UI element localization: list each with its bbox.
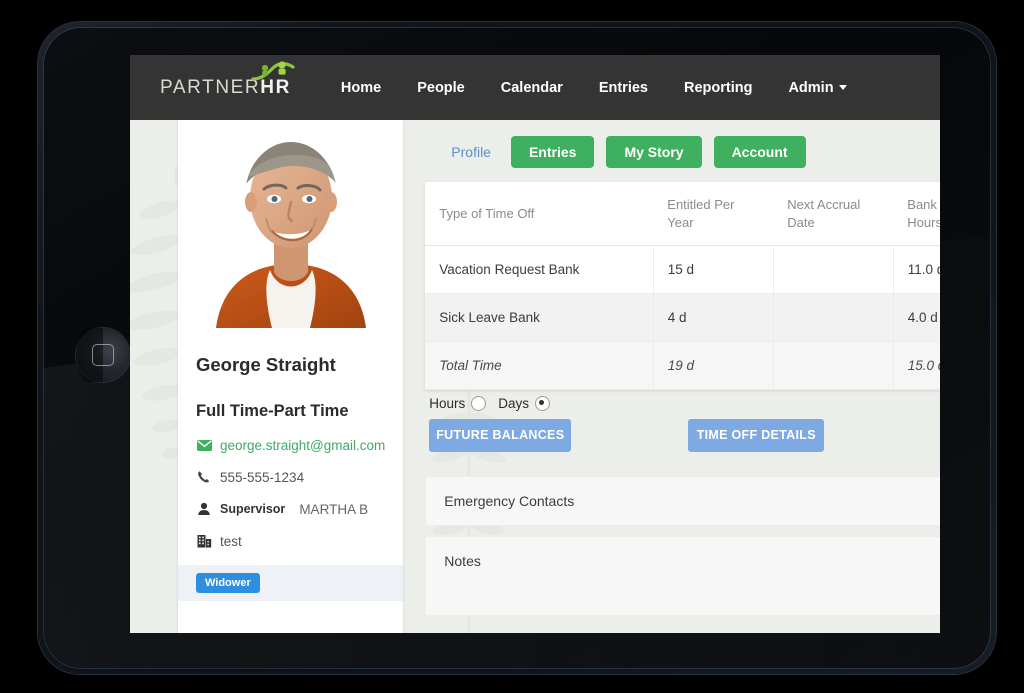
units-hours-label: Hours — [429, 396, 466, 412]
tablet-screen: PARTNERHR Home People Calendar Entries R… — [130, 55, 940, 633]
tab-profile[interactable]: Profile — [443, 138, 499, 166]
table-row-total: Total Time 19 d 15.0 d — [425, 341, 940, 391]
logo-text-light: PARTNER — [160, 77, 261, 98]
cell-next-accrual — [773, 245, 894, 295]
units-toggle-group: Hours Days — [425, 390, 940, 412]
table-row: Vacation Request Bank 15 d 11.0 d — [425, 245, 940, 295]
supervisor-name: MARTHA B — [299, 501, 369, 517]
cell-bank: 4.0 d — [893, 293, 940, 343]
supervisor-label: Supervisor — [220, 502, 286, 516]
col-bank-available-hours: Bank (Available Hours) — [893, 182, 940, 247]
nav-item-home[interactable]: Home — [323, 80, 399, 96]
nav-item-calendar[interactable]: Calendar — [483, 80, 581, 96]
supervisor-row: Supervisor MARTHA B — [196, 501, 385, 517]
cell-bank: 11.0 d — [893, 245, 940, 295]
tablet-home-button[interactable] — [76, 328, 130, 382]
avatar — [178, 120, 403, 328]
employee-profile-card: George Straight Full Time-Part Time geor… — [178, 120, 404, 633]
cell-bank: 15.0 d — [893, 341, 940, 391]
nav-item-home-label: Home — [340, 79, 382, 96]
col-type-of-time-off: Type of Time Off — [425, 182, 654, 247]
time-off-details-button[interactable]: TIME OFF DETAILS — [688, 419, 825, 452]
phone-icon — [196, 469, 212, 485]
department-value: test — [220, 533, 242, 549]
cell-entitled: 4 d — [653, 293, 774, 343]
cell-type: Sick Leave Bank — [425, 293, 654, 343]
right-column: Profile Entries My Story Account Type of… — [425, 120, 940, 633]
cell-next-accrual — [773, 341, 894, 391]
radio-days[interactable] — [535, 396, 551, 412]
nav-item-people-label: People — [417, 79, 465, 96]
cell-entitled: 15 d — [653, 245, 774, 295]
status-badge[interactable]: Widower — [196, 573, 260, 593]
cell-type: Vacation Request Bank — [425, 245, 654, 295]
page-content: George Straight Full Time-Part Time geor… — [130, 120, 940, 633]
employee-photo-icon — [215, 142, 366, 328]
chevron-down-icon — [838, 85, 847, 91]
nav-item-entries-label: Entries — [598, 79, 648, 96]
envelope-icon — [196, 437, 212, 453]
time-off-panel: Type of Time Off Entitled Per Year Next … — [425, 182, 940, 391]
partnerhr-logo[interactable]: PARTNERHR — [160, 61, 295, 98]
nav-item-admin-label: Admin — [788, 79, 834, 96]
tab-my-story[interactable]: My Story — [606, 136, 702, 168]
units-days-label: Days — [498, 396, 530, 412]
col-entitled-per-year: Entitled Per Year — [653, 182, 774, 247]
table-row: Sick Leave Bank 4 d 4.0 d — [425, 293, 940, 343]
profile-details: George Straight Full Time-Part Time geor… — [178, 328, 404, 601]
phone-row[interactable]: 555-555-1234 — [196, 469, 385, 485]
tab-account[interactable]: Account — [713, 136, 806, 168]
notes-title: Notes — [444, 552, 481, 569]
page-body: George Straight Full Time-Part Time geor… — [130, 120, 940, 633]
notes-section[interactable]: Notes — [425, 535, 940, 616]
top-navigation-bar: PARTNERHR Home People Calendar Entries R… — [130, 55, 940, 120]
cell-next-accrual — [773, 293, 894, 343]
employment-type: Full Time-Part Time — [196, 402, 349, 420]
screenshot-stage: PARTNERHR Home People Calendar Entries R… — [0, 0, 1024, 693]
cell-type: Total Time — [425, 341, 654, 391]
tab-entries[interactable]: Entries — [510, 136, 595, 168]
emergency-contacts-section[interactable]: Emergency Contacts — [425, 475, 940, 526]
nav-item-entries[interactable]: Entries — [581, 80, 666, 96]
nav-item-admin[interactable]: Admin — [770, 80, 864, 96]
radio-hours[interactable] — [471, 396, 487, 412]
table-header-row: Type of Time Off Entitled Per Year Next … — [425, 182, 940, 247]
nav-item-calendar-label: Calendar — [500, 79, 563, 96]
two-people-green-logo-icon — [251, 61, 295, 81]
col-next-accrual-date: Next Accrual Date — [773, 182, 894, 247]
page-title: George Straight — [196, 354, 336, 375]
nav-item-reporting[interactable]: Reporting — [666, 80, 770, 96]
emergency-contacts-title: Emergency Contacts — [444, 492, 575, 509]
department-row: test — [196, 533, 385, 549]
nav-links: Home People Calendar Entries Reporting A… — [323, 80, 865, 96]
email-value: george.straight@gmail.com — [220, 437, 386, 453]
nav-item-people[interactable]: People — [399, 80, 483, 96]
phone-value: 555-555-1234 — [220, 469, 305, 485]
nav-item-reporting-label: Reporting — [683, 79, 753, 96]
badge-strip: Widower — [178, 565, 404, 601]
person-icon — [196, 501, 212, 517]
cell-entitled: 19 d — [653, 341, 774, 391]
profile-tabbar: Profile Entries My Story Account — [425, 120, 940, 182]
building-icon — [196, 533, 212, 549]
email-row[interactable]: george.straight@gmail.com — [196, 437, 385, 453]
action-buttons: FUTURE BALANCES TIME OFF DETAILS — [425, 411, 940, 466]
future-balances-button[interactable]: FUTURE BALANCES — [429, 419, 572, 452]
time-off-table: Type of Time Off Entitled Per Year Next … — [425, 182, 940, 391]
